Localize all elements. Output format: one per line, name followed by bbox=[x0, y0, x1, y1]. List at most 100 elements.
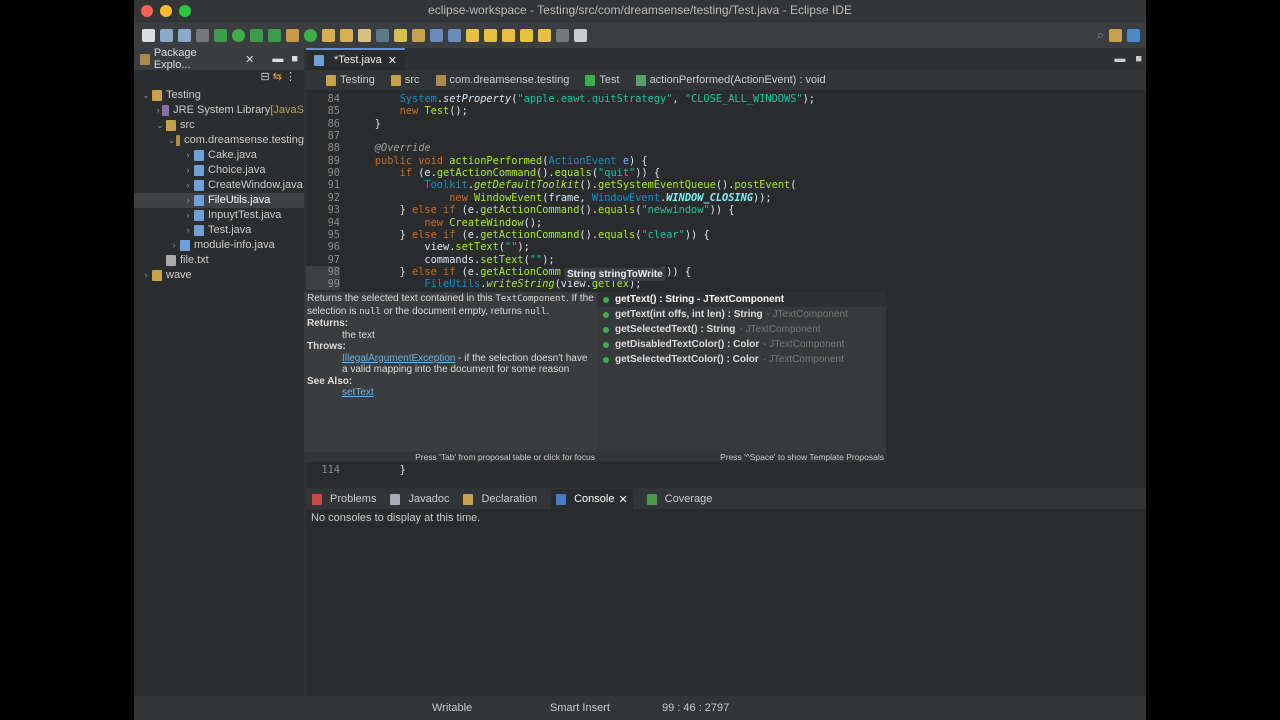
skip-breakpoints-icon[interactable] bbox=[196, 28, 209, 42]
tree-item[interactable]: ⌄ com.dreamsense.testing bbox=[134, 133, 304, 148]
tab-test-java[interactable]: *Test.java ✕ bbox=[306, 48, 405, 70]
expand-arrow-icon[interactable]: › bbox=[154, 103, 162, 118]
expand-arrow-icon[interactable]: › bbox=[182, 223, 194, 238]
forward-disabled-icon[interactable] bbox=[556, 28, 569, 42]
tree-item[interactable]: › Test.java bbox=[134, 223, 304, 238]
tab-problems[interactable]: Problems bbox=[312, 493, 376, 505]
java-perspective-icon[interactable] bbox=[1127, 28, 1140, 42]
code-line[interactable]: @Override bbox=[350, 142, 431, 154]
code-line[interactable]: } bbox=[350, 464, 406, 476]
tree-item[interactable]: ⌄ src bbox=[134, 118, 304, 133]
next-annotation-icon[interactable] bbox=[466, 28, 479, 42]
code-line[interactable]: new CreateWindow(); bbox=[350, 217, 542, 229]
breadcrumb-item[interactable]: actionPerformed(ActionEvent) : void bbox=[635, 74, 826, 86]
expand-arrow-icon[interactable]: ⌄ bbox=[168, 133, 176, 148]
new-package-icon[interactable] bbox=[286, 28, 299, 42]
proposal-item[interactable]: getText() : String - JTextComponent bbox=[597, 292, 886, 307]
code-line[interactable]: } else if (e.getActionCommand().equals("… bbox=[350, 229, 710, 241]
pin-editor-icon[interactable] bbox=[574, 28, 587, 42]
new-class-icon[interactable] bbox=[304, 28, 317, 42]
back-icon[interactable] bbox=[502, 28, 515, 42]
code-line[interactable]: new WindowEvent(frame, WindowEvent.WINDO… bbox=[350, 192, 771, 204]
forward-icon[interactable] bbox=[520, 28, 533, 42]
editor-maximize-icon[interactable]: ■ bbox=[1135, 53, 1142, 65]
code-line[interactable]: } bbox=[350, 118, 381, 130]
maximize-icon[interactable]: ■ bbox=[291, 53, 298, 65]
expand-arrow-icon[interactable]: › bbox=[168, 238, 180, 253]
toggle-mark-occurrences-icon[interactable] bbox=[376, 28, 389, 42]
breadcrumb-item[interactable]: com.dreamsense.testing bbox=[435, 74, 569, 86]
javadoc-popup[interactable]: Returns the selected text contained in t… bbox=[304, 292, 597, 462]
breadcrumb-item[interactable]: Test bbox=[585, 74, 620, 86]
tab-declaration[interactable]: Declaration bbox=[463, 493, 537, 505]
prev-annotation-icon[interactable] bbox=[484, 28, 497, 42]
tab-console[interactable]: Console ✕ bbox=[551, 489, 633, 509]
expand-arrow-icon[interactable]: › bbox=[182, 208, 194, 223]
expand-arrow-icon[interactable]: ⌄ bbox=[154, 118, 166, 133]
expand-arrow-icon[interactable]: › bbox=[182, 193, 194, 208]
maximize-window-button[interactable] bbox=[179, 5, 191, 17]
close-icon[interactable]: ✕ bbox=[245, 53, 254, 66]
debug-icon[interactable] bbox=[214, 28, 227, 42]
proposal-item[interactable]: getSelectedTextColor() : Color - JTextCom… bbox=[597, 352, 886, 367]
minimize-icon[interactable]: ▬ bbox=[272, 53, 283, 65]
expand-arrow-icon[interactable]: › bbox=[182, 163, 194, 178]
exception-link[interactable]: IllegalArgumentException bbox=[342, 353, 455, 364]
proposal-item[interactable]: getSelectedText() : String - JTextCompone… bbox=[597, 322, 886, 337]
code-line[interactable]: public void actionPerformed(ActionEvent … bbox=[350, 155, 648, 167]
run-icon[interactable] bbox=[232, 28, 245, 42]
external-tools-icon[interactable] bbox=[268, 28, 281, 42]
link-with-editor-icon[interactable]: ⇆ bbox=[273, 71, 282, 83]
coverage-icon[interactable] bbox=[250, 28, 263, 42]
tree-item[interactable]: file.txt bbox=[134, 253, 304, 268]
show-whitespace-icon[interactable] bbox=[448, 28, 461, 42]
save-icon[interactable] bbox=[160, 28, 173, 42]
view-menu-icon[interactable]: ⋮ bbox=[285, 71, 296, 83]
search-icon[interactable]: ⌕ bbox=[1097, 27, 1104, 43]
code-line[interactable]: new Test(); bbox=[350, 105, 468, 117]
expand-arrow-icon[interactable]: › bbox=[182, 178, 194, 193]
code-line[interactable]: view.setText(""); bbox=[350, 241, 529, 253]
tree-item[interactable]: › Choice.java bbox=[134, 163, 304, 178]
search-pen-icon[interactable] bbox=[358, 28, 371, 42]
new-icon[interactable] bbox=[142, 28, 155, 42]
save-all-icon[interactable] bbox=[178, 28, 191, 42]
tree-item[interactable]: › JRE System Library [JavaS bbox=[134, 103, 304, 118]
block-selection-icon[interactable] bbox=[430, 28, 443, 42]
close-tab-icon[interactable]: ✕ bbox=[388, 54, 397, 67]
tree-item[interactable]: › wave bbox=[134, 268, 304, 283]
close-tab-icon[interactable]: ✕ bbox=[618, 493, 627, 506]
package-explorer-tab[interactable]: Package Explo... ✕ ▬ ■ bbox=[134, 47, 304, 71]
tree-item[interactable]: › Cake.java bbox=[134, 148, 304, 163]
tree-item[interactable]: › module-info.java bbox=[134, 238, 304, 253]
expand-arrow-icon[interactable]: › bbox=[182, 148, 194, 163]
tree-item[interactable]: › InpuytTest.java bbox=[134, 208, 304, 223]
code-line[interactable]: Toolkit.getDefaultToolkit().getSystemEve… bbox=[350, 179, 796, 191]
see-also-link[interactable]: setText bbox=[342, 387, 374, 398]
breadcrumb-item[interactable]: src bbox=[390, 74, 420, 86]
proposal-item[interactable]: getDisabledTextColor() : Color - JTextCom… bbox=[597, 337, 886, 352]
tab-coverage[interactable]: Coverage bbox=[646, 493, 712, 505]
highlight-icon[interactable] bbox=[394, 28, 407, 42]
expand-arrow-icon[interactable]: ⌄ bbox=[140, 88, 152, 103]
tree-item[interactable]: ⌄ Testing bbox=[134, 88, 304, 103]
open-task-icon[interactable] bbox=[340, 28, 353, 42]
open-perspective-icon[interactable] bbox=[1109, 28, 1122, 42]
code-line[interactable]: commands.setText(""); bbox=[350, 254, 554, 266]
code-line[interactable]: } else if (e.getActionCommand().equals("… bbox=[350, 204, 735, 216]
word-wrap-icon[interactable] bbox=[412, 28, 425, 42]
code-line[interactable]: System.setProperty("apple.eawt.quitStrat… bbox=[350, 93, 815, 105]
expand-arrow-icon[interactable]: › bbox=[140, 268, 152, 283]
last-edit-icon[interactable] bbox=[538, 28, 551, 42]
tree-item[interactable]: › CreateWindow.java bbox=[134, 178, 304, 193]
breadcrumb-item[interactable]: Testing bbox=[326, 74, 375, 86]
code-line[interactable]: if (e.getActionCommand().equals("quit"))… bbox=[350, 167, 660, 179]
status-insert-mode[interactable]: Smart Insert bbox=[550, 702, 610, 714]
open-type-icon[interactable] bbox=[322, 28, 335, 42]
collapse-all-icon[interactable]: ⊟ bbox=[260, 71, 269, 83]
tab-javadoc[interactable]: Javadoc bbox=[390, 493, 449, 505]
minimize-window-button[interactable] bbox=[160, 5, 172, 17]
editor-minimize-icon[interactable]: ▬ bbox=[1114, 53, 1125, 65]
proposal-item[interactable]: getText(int offs, int len) : String - JTe… bbox=[597, 307, 886, 322]
close-window-button[interactable] bbox=[141, 5, 153, 17]
